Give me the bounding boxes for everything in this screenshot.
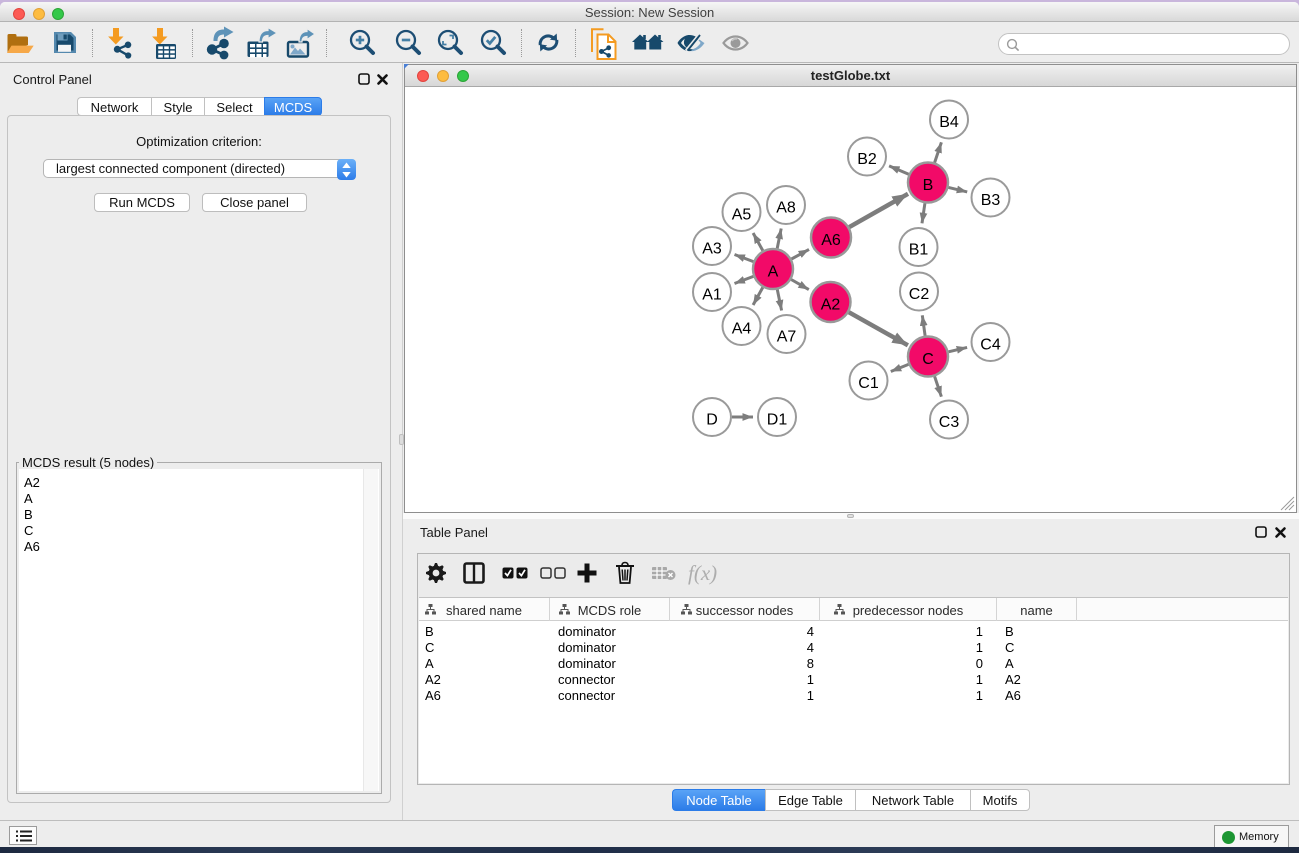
svg-text:D: D <box>706 412 718 429</box>
svg-text:C4: C4 <box>980 337 1001 354</box>
svg-text:A8: A8 <box>776 200 796 217</box>
svg-text:A4: A4 <box>731 321 751 338</box>
svg-text:B4: B4 <box>939 114 959 131</box>
svg-text:A7: A7 <box>776 329 796 346</box>
svg-text:D1: D1 <box>766 412 787 429</box>
svg-text:C1: C1 <box>858 375 879 392</box>
svg-text:C3: C3 <box>938 414 959 431</box>
svg-text:A6: A6 <box>821 232 841 249</box>
svg-text:A: A <box>767 264 778 281</box>
svg-text:B3: B3 <box>980 192 1000 209</box>
svg-text:A1: A1 <box>702 287 722 304</box>
svg-text:B1: B1 <box>908 242 928 259</box>
svg-text:B: B <box>922 177 933 194</box>
svg-text:A3: A3 <box>702 241 722 258</box>
svg-text:B2: B2 <box>857 151 877 168</box>
svg-text:A2: A2 <box>820 297 840 314</box>
svg-text:C: C <box>922 351 934 368</box>
svg-text:C2: C2 <box>908 286 929 303</box>
svg-text:A5: A5 <box>731 207 751 224</box>
